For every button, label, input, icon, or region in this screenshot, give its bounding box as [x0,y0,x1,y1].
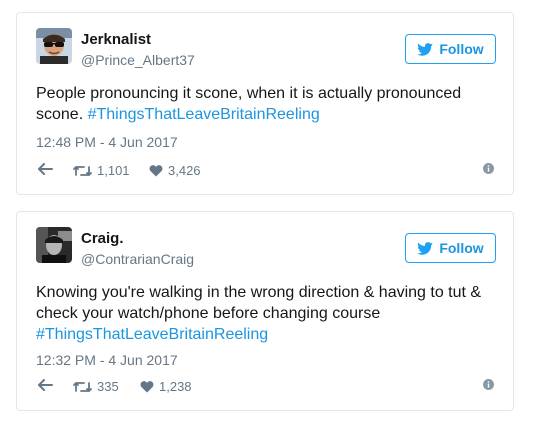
info-button[interactable] [483,163,494,174]
retweet-count: 1,101 [97,163,130,178]
follow-label: Follow [439,41,484,57]
tweet-text: Knowing you're walking in the wrong dire… [36,282,498,345]
twitter-bird-icon [417,241,434,255]
timestamp-link[interactable]: 12:48 PM - 4 Jun 2017 [36,134,178,150]
avatar-image [36,28,72,64]
avatar[interactable] [36,227,72,263]
reply-button[interactable] [38,163,53,175]
like-button[interactable]: 3,426 [149,163,201,178]
like-button[interactable]: 1,238 [140,379,192,394]
tweet-body: Knowing you're walking in the wrong dire… [36,284,482,322]
info-button[interactable] [483,379,494,390]
follow-button[interactable]: Follow [405,34,496,64]
follow-label: Follow [439,240,484,256]
avatar-image [36,227,72,263]
like-count: 3,426 [168,163,201,178]
retweet-button[interactable]: 1,101 [73,163,130,178]
author-name[interactable]: Jerknalist [81,31,151,48]
info-icon [483,163,494,174]
tweet-actions: 335 1,238 [36,379,494,397]
reply-icon [38,379,53,391]
author-handle[interactable]: @Prince_Albert37 [81,52,195,68]
tweet-card: Jerknalist @Prince_Albert37 Follow Peopl… [16,12,514,195]
author-name[interactable]: Craig. [81,230,124,247]
timestamp-link[interactable]: 12:32 PM - 4 Jun 2017 [36,352,178,368]
like-count: 1,238 [159,379,192,394]
reply-icon [38,163,53,175]
retweet-icon [73,381,92,392]
twitter-bird-icon [417,42,434,56]
retweet-icon [73,165,92,176]
retweet-button[interactable]: 335 [73,379,119,394]
author-handle[interactable]: @ContrarianCraig [81,251,194,267]
tweet-text: People pronouncing it scone, when it is … [36,83,498,125]
hashtag-link[interactable]: #ThingsThatLeaveBritainReeling [88,106,320,123]
follow-button[interactable]: Follow [405,233,496,263]
heart-icon [140,381,154,393]
reply-button[interactable] [38,379,53,391]
hashtag-link[interactable]: #ThingsThatLeaveBritainReeling [36,326,268,343]
info-icon [483,379,494,390]
tweet-actions: 1,101 3,426 [36,163,494,181]
avatar[interactable] [36,28,72,64]
heart-icon [149,165,163,177]
tweet-card: Craig. @ContrarianCraig Follow Knowing y… [16,211,514,411]
retweet-count: 335 [97,379,119,394]
